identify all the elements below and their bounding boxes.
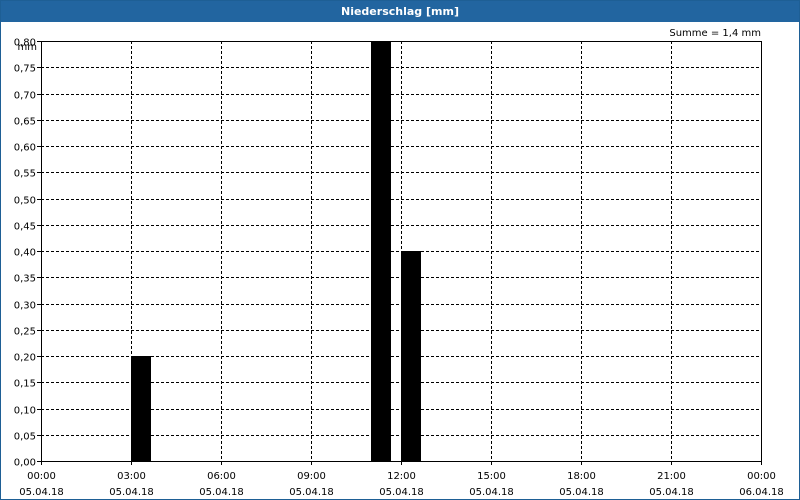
x-tick-date-label: 06.04.18 [739, 487, 784, 498]
precipitation-bar [371, 41, 391, 461]
y-tick-label: 0,05 [14, 432, 36, 443]
y-tick-label: 0,80 [14, 38, 36, 49]
x-tick-time-label: 06:00 [207, 471, 236, 482]
sum-label: Summe = 1,4 mm [669, 28, 761, 39]
y-tick-label: 0,20 [14, 353, 36, 364]
x-tick-date-label: 05.04.18 [649, 487, 694, 498]
y-tick-label: 0,70 [14, 91, 36, 102]
x-tick-date-label: 05.04.18 [469, 487, 514, 498]
x-tick-time-label: 03:00 [117, 471, 146, 482]
x-tick-date-label: 05.04.18 [289, 487, 334, 498]
y-tick-label: 0,75 [14, 64, 36, 75]
x-tick-date-label: 05.04.18 [379, 487, 424, 498]
y-tick-label: 0,50 [14, 196, 36, 207]
y-tick-label: 0,35 [14, 274, 36, 285]
y-tick-label: 0,10 [14, 406, 36, 417]
x-tick-time-label: 21:00 [657, 471, 686, 482]
precipitation-bar [401, 251, 421, 461]
x-tick-time-label: 00:00 [747, 471, 776, 482]
y-tick-label: 0,15 [14, 379, 36, 390]
x-tick-time-label: 15:00 [477, 471, 506, 482]
y-tick-label: 0,45 [14, 222, 36, 233]
precipitation-bar [131, 356, 151, 461]
x-tick-date-label: 05.04.18 [19, 487, 64, 498]
y-tick-label: 0,60 [14, 143, 36, 154]
y-tick-label: 0,30 [14, 301, 36, 312]
y-tick-label: 0,00 [14, 458, 36, 469]
x-tick-time-label: 00:00 [27, 471, 56, 482]
y-tick-label: 0,55 [14, 169, 36, 180]
x-axis-ticks: 00:00 05.04.18 03:00 05.04.18 06:00 05.04.18 0… [19, 461, 784, 498]
y-tick-label: 0,40 [14, 248, 36, 259]
y-axis-ticks: 0,00 0,05 0,10 0,15 0,20 0,25 0,30 0,35 0,40 0,45… [14, 38, 41, 469]
x-tick-time-label: 18:00 [567, 471, 596, 482]
x-tick-date-label: 05.04.18 [559, 487, 604, 498]
y-tick-label: 0,25 [14, 327, 36, 338]
x-tick-time-label: 12:00 [387, 471, 416, 482]
x-tick-date-label: 05.04.18 [199, 487, 244, 498]
x-tick-time-label: 09:00 [297, 471, 326, 482]
x-tick-date-label: 05.04.18 [109, 487, 154, 498]
precipitation-chart: mm Summe = 1,4 mm 0,000,050,100,150,200,… [14, 28, 784, 498]
y-tick-label: 0,65 [14, 117, 36, 128]
